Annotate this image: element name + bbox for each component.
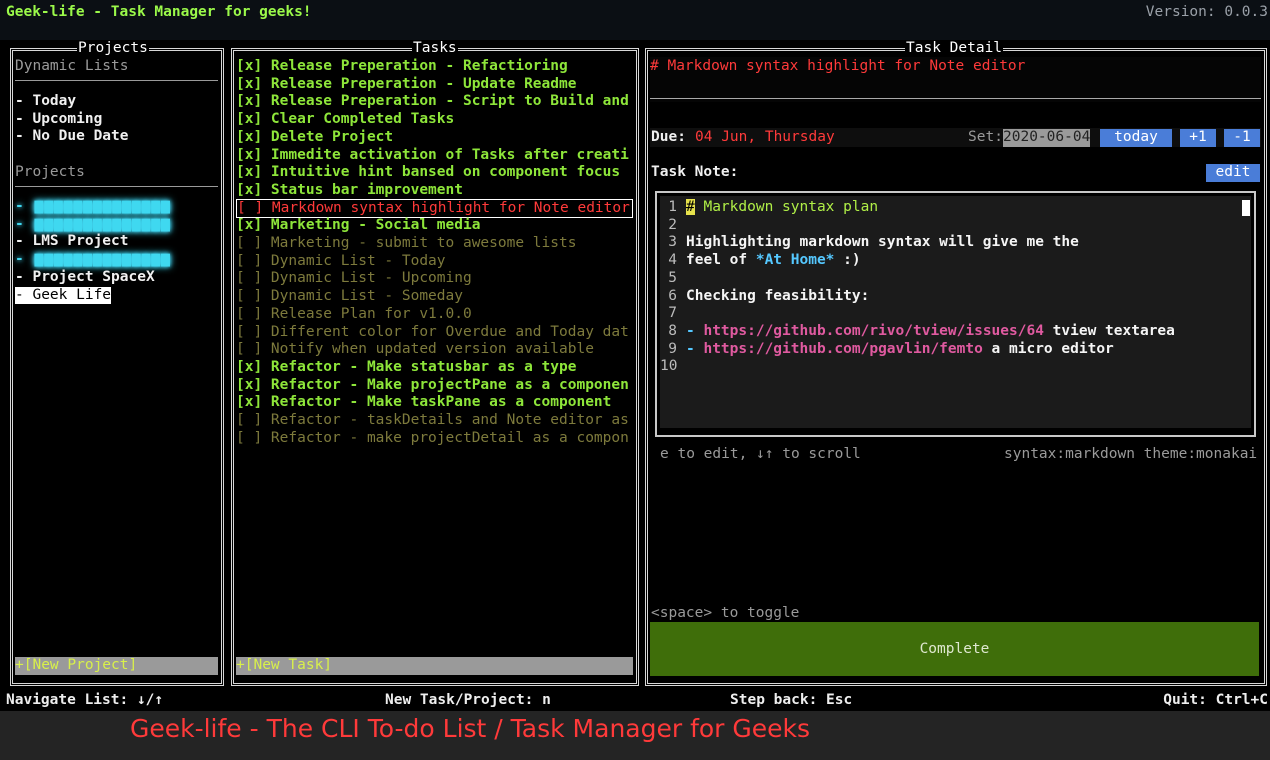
tasks-panel-title: Tasks [412,40,458,58]
line-text: tview textarea [1043,322,1175,339]
emphasis-text: *At Home* [755,252,835,269]
editor-line-1: # Markdown syntax plan [686,199,878,217]
editor-line-6: Checking feasibility: [686,287,870,304]
task-item[interactable]: [x] Release Preperation - Script to Buil… [236,93,629,111]
task-item[interactable]: [ ] Refactor - make projectDetail as a c… [236,430,629,448]
task-item[interactable]: [ ] Dynamic List - Today [236,253,446,271]
line-number: 7 [668,305,677,322]
line-text: feel of [686,252,756,269]
divider [15,80,218,81]
editor-line-9: - https://github.com/pgavlin/femto a mic… [686,341,1114,359]
link-text[interactable]: https://github.com/rivo/tview/issues/64 [703,323,1043,339]
divider [650,98,1261,99]
editor-syntax-info: syntax:markdown theme:monakai [1004,446,1258,462]
divider [15,186,218,187]
task-item[interactable]: [x] Refactor - Make taskPane as a compon… [236,394,611,412]
task-item[interactable]: [x] Refactor - Make statusbar as a type [236,359,576,377]
dynamic-lists-header: Dynamic Lists [15,58,129,74]
line-number: 10 [660,358,678,375]
set-label: Set: [968,129,1003,145]
task-item[interactable]: [x] Clear Completed Tasks [236,111,454,129]
minus-one-day-button[interactable]: -1 [1224,129,1260,147]
task-title-text: # Markdown syntax highlight for Note edi… [650,58,1026,74]
edit-note-button[interactable]: edit [1206,164,1260,182]
task-item[interactable]: [x] Refactor - Make projectPane as a com… [236,377,629,395]
app-title: Geek-life - Task Manager for geeks! [6,4,312,20]
task-item[interactable]: [ ] Marketing - submit to awesome lists [236,235,576,253]
task-item[interactable]: [x] Immedite activation of Tasks after c… [236,147,629,165]
dynamic-list-today[interactable]: - Today [15,93,76,111]
task-note-label: Task Note: [651,164,739,180]
line-number: 1 [668,199,677,215]
project-item-lms[interactable]: - LMS Project [15,233,129,251]
link-text[interactable]: https://github.com/pgavlin/femto [703,341,982,357]
version-label: Version: 0.0.3 [1145,4,1268,20]
due-date-input[interactable]: 2020-06-04 [1003,129,1091,147]
editor-cursor: # [686,199,695,215]
line-text: a micro editor [982,340,1114,357]
caption-banner: Geek-life - The CLI To-do List / Task Ma… [0,711,1270,760]
line-number: 3 [668,234,677,251]
list-bullet: - [686,322,704,339]
due-label: Due: [651,129,686,145]
heading-text: Markdown syntax plan [694,199,879,215]
toggle-hint: <space> to toggle [651,605,800,621]
task-item[interactable]: [ ] Different color for Overdue and Toda… [236,324,629,342]
editor-line-4: feel of *At Home* :) [686,252,861,270]
line-number: 9 [668,340,677,357]
task-item-selected[interactable]: [ ] Markdown syntax highlight for Note e… [236,198,633,219]
status-new: New Task/Project: n [385,692,551,708]
task-item[interactable]: [x] Release Preperation - Update Readme [236,76,576,94]
today-button[interactable]: today [1100,129,1172,147]
task-item[interactable]: [x] Intuitive hint bansed on component f… [236,164,620,182]
editor-line-8: - https://github.com/rivo/tview/issues/6… [686,323,1175,341]
line-number: 5 [668,269,677,286]
line-number: 4 [668,252,677,269]
task-item[interactable]: [x] Status bar improvement [236,182,463,200]
task-item[interactable]: [x] Delete Project [236,129,393,147]
editor-line-3: Highlighting markdown syntax will give m… [686,234,1079,251]
status-bar: Navigate List: ↓/↑ New Task/Project: n S… [0,689,1270,711]
task-list: [x] Release Preperation - Refactioring [… [236,58,633,453]
new-project-button[interactable]: +[New Project] [15,657,218,675]
caption-text: Geek-life - The CLI To-do List / Task Ma… [129,714,811,743]
text-cursor [1242,200,1250,216]
task-item[interactable]: [ ] Notify when updated version availabl… [236,341,594,359]
project-item-spacex[interactable]: - Project SpaceX [15,269,155,287]
project-item-redacted[interactable]: - ▆▆▆▆▆▆▆▆▆▆▆▆▆▆ [15,198,171,216]
editor-hint: e to edit, ↓↑ to scroll [660,446,861,462]
project-item-redacted[interactable]: - ▆▆▆▆▆▆▆▆▆▆▆▆▆▆ [15,251,171,269]
plus-one-day-button[interactable]: +1 [1180,129,1216,147]
dynamic-list-no-due-date[interactable]: - No Due Date [15,128,129,146]
note-editor[interactable]: 1 2 3 4 5 6 7 8 9 10 # Markdown syntax p… [660,196,1251,428]
task-detail-panel-title: Task Detail [905,40,1004,58]
task-title-field[interactable]: # Markdown syntax highlight for Note edi… [650,57,1261,102]
projects-panel-title: Projects [77,40,149,58]
task-item[interactable]: [x] Release Preperation - Refactioring [236,58,568,76]
line-number: 6 [668,287,677,304]
task-item[interactable]: [ ] Dynamic List - Upcoming [236,270,472,288]
project-item-redacted[interactable]: - ▆▆▆▆▆▆▆▆▆▆▆▆▆▆ [15,216,171,234]
status-navigate: Navigate List: ↓/↑ [6,692,164,708]
complete-button[interactable]: Complete [650,622,1259,676]
title-bar: Geek-life - Task Manager for geeks! Vers… [0,0,1270,40]
status-back: Step back: Esc [730,692,853,708]
projects-header: Projects [15,164,85,180]
dynamic-list-upcoming[interactable]: - Upcoming [15,111,102,129]
line-number: 8 [668,322,677,339]
line-number: 2 [668,216,677,233]
new-task-button[interactable]: +[New Task] [236,657,633,675]
task-item[interactable]: [ ] Release Plan for v1.0.0 [236,306,472,324]
list-bullet: - [686,340,704,357]
task-item[interactable]: [ ] Dynamic List - Someday [236,288,463,306]
project-item-geek-life-selected[interactable]: - Geek Life [15,286,112,305]
task-item[interactable]: [x] Marketing - Social media [236,217,480,235]
status-quit: Quit: Ctrl+C [1163,692,1268,708]
task-item[interactable]: [ ] Refactor - taskDetails and Note edit… [236,412,629,430]
line-text: :) [834,252,861,269]
due-value: 04 Jun, Thursday [695,129,835,145]
